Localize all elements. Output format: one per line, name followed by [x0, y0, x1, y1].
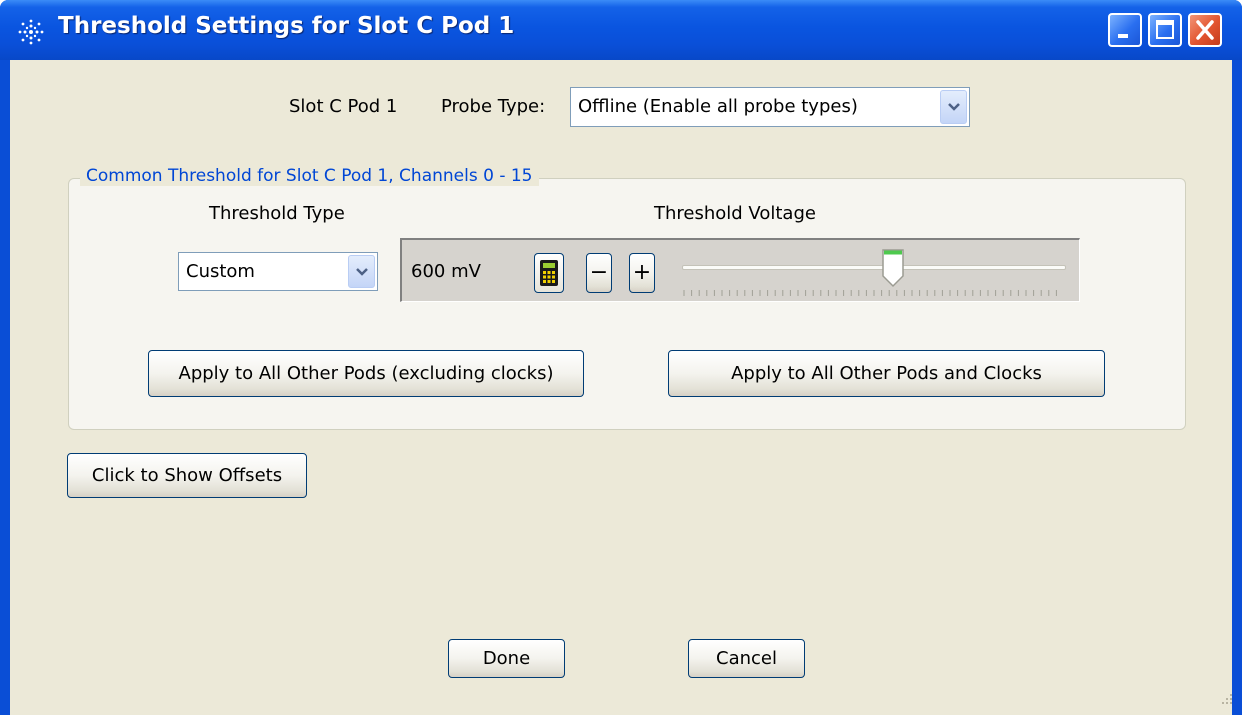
- slot-label: Slot C Pod 1: [289, 96, 398, 117]
- chevron-down-icon: [948, 103, 960, 111]
- threshold-type-value: Custom: [186, 261, 255, 282]
- chevron-down-icon: [356, 268, 368, 276]
- threshold-voltage-label: Threshold Voltage: [654, 203, 816, 224]
- voltage-slider-ticks: [683, 290, 1057, 296]
- minimize-button[interactable]: [1108, 13, 1142, 47]
- voltage-slider-track[interactable]: [682, 265, 1066, 270]
- threshold-type-dropdown-button[interactable]: [348, 255, 375, 288]
- probe-type-label: Probe Type:: [441, 96, 546, 117]
- maximize-button[interactable]: [1148, 13, 1182, 47]
- apply-excluding-clocks-button[interactable]: Apply to All Other Pods (excluding clock…: [148, 350, 584, 397]
- done-button[interactable]: Done: [448, 639, 565, 678]
- calculator-button[interactable]: [534, 253, 564, 293]
- minimize-icon: [1118, 34, 1128, 38]
- increment-voltage-button[interactable]: +: [629, 253, 655, 293]
- calculator-icon: [540, 260, 558, 286]
- voltage-slider-thumb[interactable]: [881, 248, 905, 288]
- show-offsets-button[interactable]: Click to Show Offsets: [67, 453, 307, 498]
- close-icon: [1196, 20, 1214, 40]
- cancel-button[interactable]: Cancel: [688, 639, 805, 678]
- decrement-voltage-button[interactable]: −: [586, 253, 612, 293]
- dialog-window: Threshold Settings for Slot C Pod 1 Slot…: [0, 0, 1242, 715]
- resize-grip-icon[interactable]: [1216, 688, 1234, 706]
- title-bar[interactable]: Threshold Settings for Slot C Pod 1: [0, 0, 1242, 60]
- threshold-type-label: Threshold Type: [209, 203, 345, 224]
- voltage-value: 600 mV: [411, 261, 481, 282]
- close-button[interactable]: [1188, 13, 1222, 47]
- threshold-type-dropdown[interactable]: Custom: [178, 252, 378, 291]
- dialog-body: Slot C Pod 1 Probe Type: Offline (Enable…: [10, 60, 1232, 715]
- app-starburst-icon: [18, 19, 44, 45]
- maximize-icon: [1156, 20, 1174, 39]
- probe-type-value: Offline (Enable all probe types): [578, 96, 858, 117]
- window-title: Threshold Settings for Slot C Pod 1: [58, 13, 515, 39]
- common-threshold-legend: Common Threshold for Slot C Pod 1, Chann…: [80, 166, 539, 186]
- probe-type-dropdown[interactable]: Offline (Enable all probe types): [570, 87, 970, 127]
- apply-all-pods-clocks-button[interactable]: Apply to All Other Pods and Clocks: [668, 350, 1105, 397]
- probe-type-dropdown-button[interactable]: [940, 90, 967, 124]
